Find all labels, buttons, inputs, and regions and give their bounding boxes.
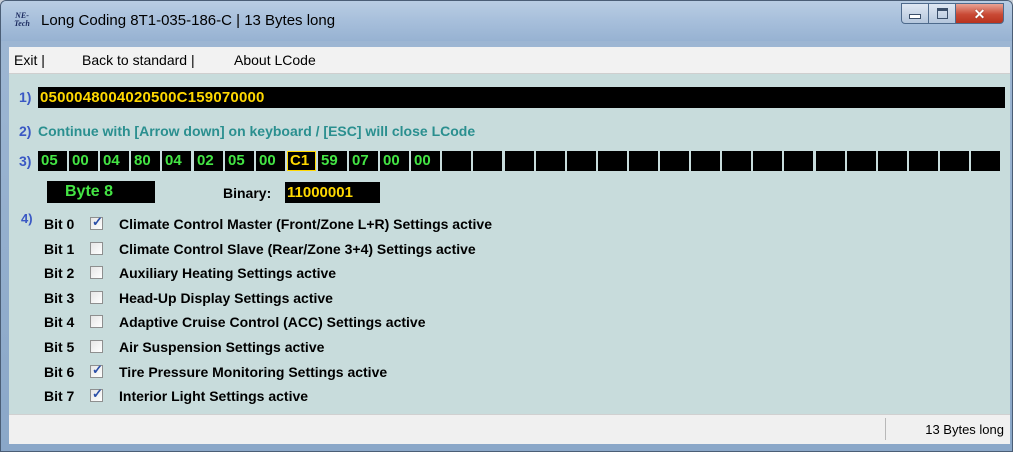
menu-about-lcode[interactable]: About LCode — [234, 52, 316, 68]
byte-cell[interactable] — [598, 151, 627, 171]
checkmark-icon: ✓ — [92, 214, 103, 229]
bit-number: Bit 0 — [44, 216, 75, 232]
bit-row: Bit 2 Auxiliary Heating Settings active — [9, 262, 709, 284]
bit-number: Bit 1 — [44, 240, 75, 257]
bit-checkbox[interactable] — [90, 315, 103, 329]
byte-cell[interactable] — [722, 151, 751, 171]
title-bar[interactable]: NE- Tech Long Coding 8T1-035-186-C | 13 B… — [1, 1, 1012, 41]
bit-row: Bit 5 Air Suspension Settings active — [9, 336, 709, 358]
app-icon[interactable]: NE- Tech — [11, 12, 33, 30]
bit-label[interactable]: Climate Control Slave (Rear/Zone 3+4) Se… — [119, 241, 476, 257]
minimize-button[interactable] — [901, 3, 929, 24]
selected-byte-label: Byte 8 — [47, 181, 155, 203]
byte-cell[interactable] — [473, 151, 502, 171]
byte-cell[interactable]: 05 — [225, 151, 254, 171]
menu-exit[interactable]: Exit | — [14, 52, 45, 68]
bit-row: Bit 1 Climate Control Slave (Rear/Zone 3+… — [9, 238, 709, 260]
bit-row: Bit 4 Adaptive Cruise Control (ACC) Setti… — [9, 311, 709, 333]
byte-cell[interactable] — [691, 151, 720, 171]
bit-checkbox[interactable] — [90, 266, 103, 280]
close-button[interactable]: ✕ — [956, 3, 1004, 24]
bit-row: Bit 0 ✓ Climate Control Master (Front/Zone… — [9, 213, 709, 235]
bit-number: Bit 5 — [44, 339, 75, 355]
menu-back-to-standard[interactable]: Back to standard | — [82, 52, 195, 68]
window-title: Long Coding 8T1-035-186-C | 13 Bytes lon… — [41, 12, 336, 29]
byte-cell[interactable] — [442, 151, 471, 171]
binary-value: 11000001 — [285, 182, 380, 203]
byte-cell[interactable] — [816, 151, 845, 171]
bit-row: Bit 7 ✓ Interior Light Settings active — [9, 385, 709, 407]
byte-cell[interactable]: 02 — [194, 151, 223, 171]
byte-cell[interactable] — [536, 151, 565, 171]
close-icon: ✕ — [973, 5, 986, 22]
bit-checkbox[interactable] — [90, 340, 103, 353]
bit-label[interactable]: Tire Pressure Monitoring Settings active — [119, 364, 387, 380]
checkmark-icon: ✓ — [92, 361, 103, 377]
byte-cell[interactable]: 05 — [38, 151, 67, 171]
byte-cell[interactable] — [629, 151, 658, 171]
coding-string-field[interactable]: 0500048004020500C159070000 — [38, 87, 1005, 108]
status-bar: 13 Bytes long — [9, 414, 1010, 444]
bit-label[interactable]: Adaptive Cruise Control (ACC) Settings a… — [119, 314, 426, 330]
bit-row: Bit 6 ✓ Tire Pressure Monitoring Settings … — [9, 361, 709, 383]
bit-checkbox[interactable] — [90, 241, 103, 255]
byte-cell[interactable]: 59 — [318, 151, 347, 171]
bit-checkbox[interactable]: ✓ — [90, 361, 103, 378]
byte-cell[interactable] — [971, 151, 1000, 171]
byte-cell[interactable] — [567, 151, 596, 171]
byte-cell[interactable] — [847, 151, 876, 171]
bit-number: Bit 6 — [44, 363, 75, 380]
byte-cell[interactable]: 00 — [380, 151, 409, 171]
byte-cell[interactable]: 00 — [411, 151, 440, 171]
keyboard-hint: Continue with [Arrow down] on keyboard /… — [38, 123, 476, 139]
byte-cell[interactable]: 07 — [349, 151, 378, 171]
window-controls: ✕ — [901, 3, 1004, 25]
bit-checkbox[interactable] — [90, 290, 103, 304]
byte-cell[interactable]: 00 — [256, 151, 285, 171]
byte-cell[interactable] — [940, 151, 969, 171]
byte-cell[interactable]: 80 — [131, 151, 160, 171]
bit-checkbox[interactable]: ✓ — [90, 386, 103, 403]
bit-label[interactable]: Air Suspension Settings active — [119, 339, 324, 355]
bit-number: Bit 3 — [44, 289, 75, 306]
binary-label: Binary: — [223, 185, 272, 201]
line-number-2: 2) — [19, 123, 32, 139]
byte-cell[interactable]: 04 — [100, 151, 129, 171]
coding-string: 0500048004020500C159070000 — [40, 89, 265, 106]
bit-label[interactable]: Interior Light Settings active — [119, 388, 308, 404]
bit-label[interactable]: Climate Control Master (Front/Zone L+R) … — [119, 216, 492, 232]
bit-label[interactable]: Auxiliary Heating Settings active — [119, 265, 336, 281]
menu-bar: Exit | Back to standard | About LCode — [9, 47, 1010, 74]
bit-number: Bit 4 — [44, 314, 75, 331]
byte-cell[interactable] — [753, 151, 782, 171]
maximize-button[interactable] — [929, 3, 956, 24]
byte-cell[interactable] — [878, 151, 907, 171]
maximize-icon — [936, 8, 948, 19]
bit-number: Bit 2 — [44, 265, 75, 282]
line-number-1: 1) — [19, 89, 32, 105]
byte-cell[interactable]: 04 — [162, 151, 191, 171]
client-area: Exit | Back to standard | About LCode 1)… — [9, 47, 1010, 444]
bit-label[interactable]: Head-Up Display Settings active — [119, 290, 333, 306]
bit-checkbox[interactable]: ✓ — [90, 214, 103, 230]
byte-cell[interactable] — [784, 151, 813, 171]
checkmark-icon: ✓ — [92, 386, 103, 402]
byte-cell[interactable]: C1 — [287, 151, 316, 171]
line-number-3: 3) — [19, 153, 32, 169]
minimize-icon — [909, 14, 921, 19]
byte-cell[interactable] — [505, 151, 534, 171]
status-divider — [885, 418, 886, 440]
byte-cell[interactable] — [909, 151, 938, 171]
bit-row: Bit 3 Head-Up Display Settings active — [9, 287, 709, 309]
lcode-window: NE- Tech Long Coding 8T1-035-186-C | 13 B… — [0, 0, 1013, 452]
bit-number: Bit 7 — [44, 388, 75, 405]
byte-cell[interactable]: 00 — [69, 151, 98, 171]
status-text: 13 Bytes long — [925, 422, 1004, 437]
byte-cell[interactable] — [660, 151, 689, 171]
